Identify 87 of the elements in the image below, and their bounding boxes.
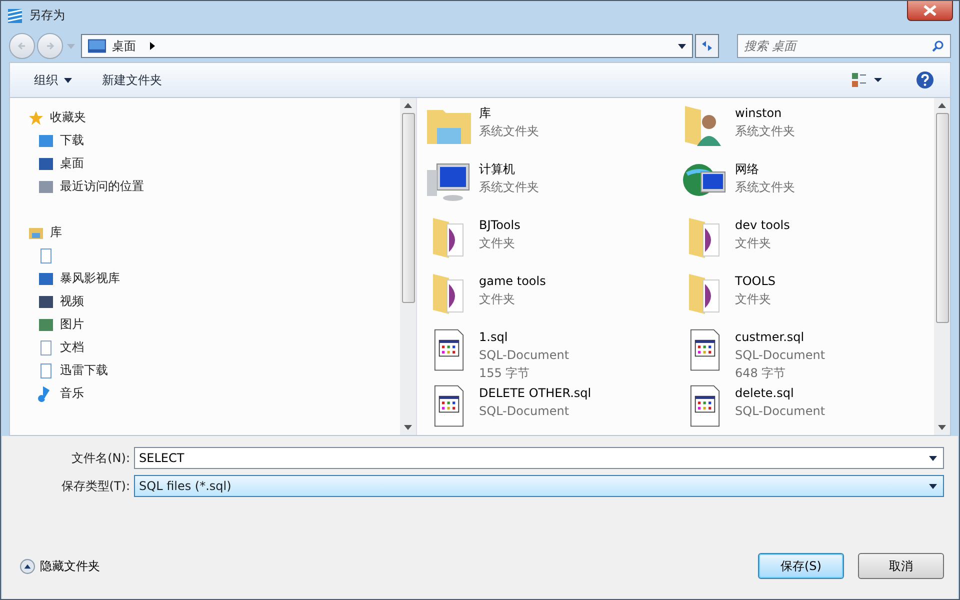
file-type: 系统文件夹 xyxy=(735,179,795,196)
file-type: 系统文件夹 xyxy=(479,179,539,196)
file-name: delete.sql xyxy=(735,385,795,402)
file-name: BJTools xyxy=(479,217,520,234)
forward-arrow-icon xyxy=(45,41,55,51)
file-type: 文件夹 xyxy=(479,291,516,308)
file-type: SQL-Document xyxy=(479,403,570,420)
file-name: dev tools xyxy=(735,217,790,234)
sidebar-item[interactable]: 桌面 xyxy=(28,152,400,175)
back-arrow-icon xyxy=(17,41,27,51)
file-item[interactable]: dev tools 文件夹 xyxy=(681,216,934,272)
close-button[interactable] xyxy=(907,1,953,21)
file-item[interactable]: TOOLS 文件夹 xyxy=(681,272,934,328)
app-icon xyxy=(7,8,23,24)
file-type: SQL-Document xyxy=(479,347,570,364)
caret-icon xyxy=(64,78,72,82)
file-type-dropdown[interactable]: SQL files (*.sql) xyxy=(134,475,944,497)
scroll-down-icon[interactable] xyxy=(404,425,412,430)
file-type: SQL-Document xyxy=(735,347,826,364)
refresh-button[interactable] xyxy=(695,34,719,58)
file-item[interactable]: game tools 文件夹 xyxy=(425,272,681,328)
desktop-icon xyxy=(88,39,106,53)
file-name: 网络 xyxy=(735,161,760,178)
refresh-icon xyxy=(700,39,714,53)
search-icon xyxy=(932,40,944,52)
filename-label: 文件名(N): xyxy=(70,450,130,466)
hide-folders-toggle[interactable]: 隐藏文件夹 xyxy=(12,558,108,574)
scroll-up-icon[interactable] xyxy=(404,103,412,108)
star-icon xyxy=(28,110,44,126)
file-item[interactable]: 网络 系统文件夹 xyxy=(681,160,934,216)
file-type: 文件夹 xyxy=(735,291,772,308)
file-type: 系统文件夹 xyxy=(735,123,795,140)
file-item[interactable]: 计算机 系统文件夹 xyxy=(425,160,681,216)
sidebar-group[interactable]: 库 xyxy=(28,221,400,244)
file-item[interactable]: 库 系统文件夹 xyxy=(425,104,681,160)
sidebar-item[interactable]: 暴风影视库 xyxy=(28,267,400,290)
file-type: 文件夹 xyxy=(479,235,516,252)
file-item[interactable]: winston 系统文件夹 xyxy=(681,104,934,160)
file-name: 1.sql xyxy=(479,329,509,346)
dropdown-arrow-icon[interactable] xyxy=(929,456,937,461)
file-name: custmer.sql xyxy=(735,329,806,346)
help-icon[interactable] xyxy=(916,71,934,89)
scroll-down-icon[interactable] xyxy=(938,425,946,430)
view-options-icon[interactable] xyxy=(852,73,882,87)
document-icon xyxy=(38,340,54,356)
collapse-icon xyxy=(20,558,35,574)
file-name: 库 xyxy=(479,105,492,122)
sidebar-item[interactable]: 文档 xyxy=(28,336,400,359)
sidebar-item[interactable]: 下载 xyxy=(28,129,400,152)
file-type: 文件夹 xyxy=(735,235,772,252)
cancel-button[interactable]: 取消 xyxy=(858,553,944,579)
sidebar-group[interactable]: 收藏夹 xyxy=(28,106,400,129)
file-item[interactable]: delete.sql SQL-Document xyxy=(681,384,934,435)
search-field[interactable]: 搜索 桌面 xyxy=(737,34,951,58)
breadcrumb-arrow-icon[interactable] xyxy=(150,42,155,50)
file-type: 系统文件夹 xyxy=(479,123,539,140)
sidebar-item[interactable]: 音乐 xyxy=(28,382,400,405)
scrollbar[interactable] xyxy=(400,98,416,435)
sidebar-item[interactable]: 视频 xyxy=(28,290,400,313)
file-name: 计算机 xyxy=(479,161,516,178)
file-item[interactable]: DELETE OTHER.sql SQL-Document xyxy=(425,384,681,435)
file-name: DELETE OTHER.sql xyxy=(479,385,592,402)
file-size: 648 字节 xyxy=(735,365,787,382)
window-title: 另存为 xyxy=(29,7,65,24)
document-icon xyxy=(38,248,54,264)
file-name: winston xyxy=(735,105,783,122)
dropdown-arrow-icon xyxy=(929,484,937,488)
new-folder-button[interactable]: 新建文件夹 xyxy=(94,68,170,92)
scrollbar[interactable] xyxy=(934,98,950,435)
file-name: TOOLS xyxy=(735,273,776,290)
sidebar-item[interactable]: 最近访问的位置 xyxy=(28,175,400,198)
file-name: game tools xyxy=(479,273,546,290)
file-type-label: 保存类型(T): xyxy=(60,478,130,494)
document-icon xyxy=(38,362,54,378)
sidebar-item[interactable]: 图片 xyxy=(28,313,400,336)
address-bar[interactable]: 桌面 xyxy=(81,34,693,58)
location-text: 桌面 xyxy=(112,38,136,54)
close-icon xyxy=(923,5,937,16)
file-item[interactable]: BJTools 文件夹 xyxy=(425,216,681,272)
scroll-up-icon[interactable] xyxy=(938,103,946,108)
file-type: SQL-Document xyxy=(735,403,826,420)
sidebar-item[interactable]: 迅雷下载 xyxy=(28,359,400,382)
filename-field[interactable]: SELECT xyxy=(134,447,944,469)
dropdown-arrow-icon[interactable] xyxy=(678,44,686,48)
save-button[interactable]: 保存(S) xyxy=(758,553,844,579)
file-size: 155 字节 xyxy=(479,365,531,382)
organize-menu[interactable]: 组织 xyxy=(26,68,80,92)
